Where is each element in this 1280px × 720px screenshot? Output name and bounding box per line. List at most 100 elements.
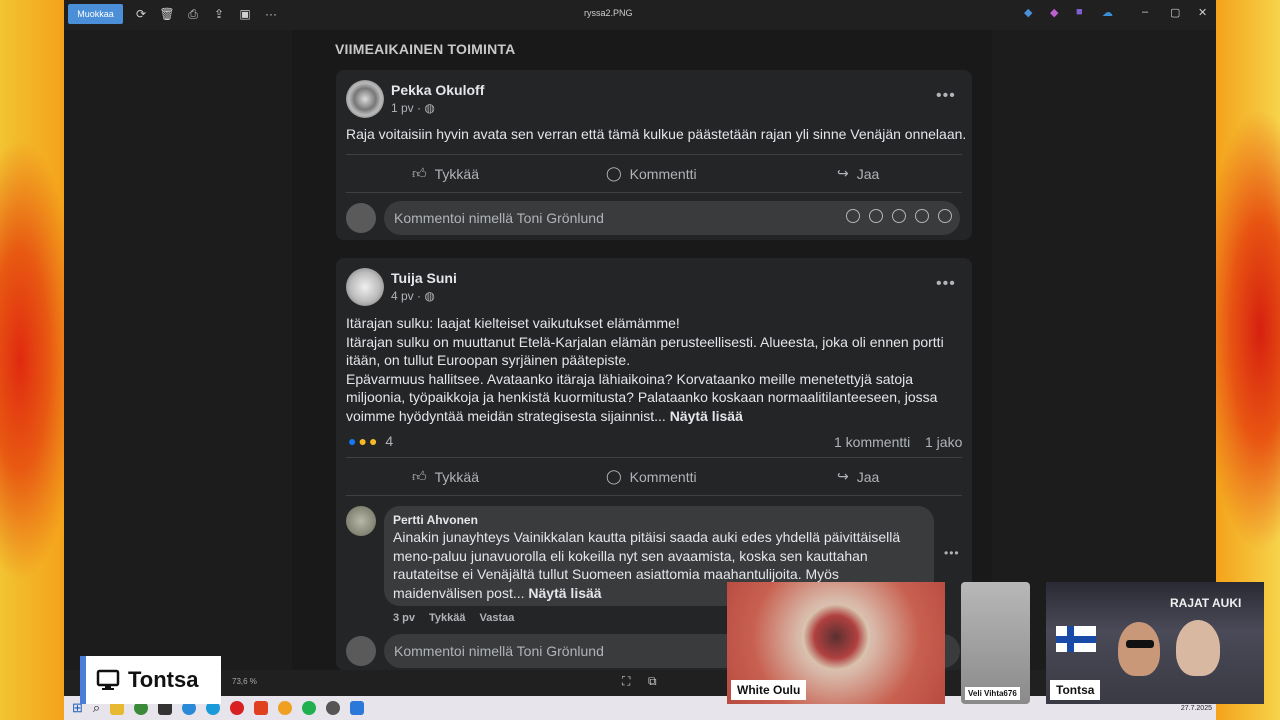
edit-button[interactable]: Muokkaa: [68, 4, 123, 24]
like-reaction-icon: ●: [348, 433, 357, 449]
sad-reaction-icon: ●: [368, 433, 378, 449]
post-author[interactable]: Tuija Suni: [391, 270, 457, 286]
post-line: itään, on tullut Euroopan syrjäinen päät…: [346, 352, 631, 368]
divider: [346, 154, 962, 155]
comment-line-text: maidenvälisen post...: [393, 584, 529, 601]
app-icon-2[interactable]: ◆: [1050, 6, 1058, 19]
cloud-icon[interactable]: ☁: [1102, 6, 1113, 19]
photos-icon[interactable]: [350, 701, 365, 715]
finland-flag: [1056, 626, 1096, 652]
sunglasses: [1126, 640, 1154, 648]
post-text: Raja voitaisiin hyvin avata sen verran e…: [346, 126, 967, 142]
thumbs-up-icon: 👍︎: [412, 468, 427, 484]
like-button[interactable]: 👍︎ Tykkää: [412, 468, 479, 485]
share-button[interactable]: ↪ Jaa: [837, 468, 879, 485]
monitor-icon: [96, 669, 120, 690]
post-author[interactable]: Pekka Okuloff: [391, 82, 484, 98]
fit-icon[interactable]: ⛶: [622, 674, 630, 689]
participant-name: Veli Vihta676: [965, 687, 1020, 700]
comments-count[interactable]: 1 kommentti: [834, 434, 910, 450]
app-icon[interactable]: [254, 701, 269, 715]
maximize-icon[interactable]: ▢: [1170, 6, 1180, 19]
camera-icon[interactable]: [892, 209, 906, 223]
avatar[interactable]: [346, 80, 384, 118]
actual-size-icon[interactable]: ⧉: [648, 674, 657, 689]
post-line-text: voimme hyödyntää meidän strategisesta si…: [346, 407, 670, 424]
commenter-avatar[interactable]: [346, 506, 376, 536]
post-menu-icon[interactable]: •••: [936, 87, 956, 105]
post-line: Itärajan sulku: laajat kielteiset vaikut…: [346, 315, 680, 331]
comment-button[interactable]: ◯ Kommentti: [606, 165, 697, 182]
share-icon[interactable]: ⇪: [210, 4, 228, 24]
comment-like-link[interactable]: Tykkää: [429, 612, 466, 624]
see-more-link[interactable]: Näytä lisää: [670, 408, 743, 424]
webcam-tile[interactable]: Veli Vihta676: [961, 582, 1030, 704]
share-label: Jaa: [856, 165, 880, 182]
comment-footer: 3 pv Tykkää Vastaa: [393, 612, 514, 624]
comment-icon: ◯: [606, 165, 622, 181]
reaction-count: 4: [385, 433, 394, 449]
comment-line: Ainakin junayhteys Vainikkalan kautta pi…: [393, 529, 901, 545]
post-line: voimme hyödyntää meidän strategisesta si…: [346, 407, 944, 426]
divider: [346, 495, 962, 496]
shares-count[interactable]: 1 jako: [925, 434, 962, 450]
post-card: Pekka Okuloff 1 pv · ◍ ••• Raja voitaisi…: [336, 70, 972, 240]
slideshow-icon[interactable]: ▣: [236, 4, 254, 24]
viewer-status-bar: 73,6 % ⛶ ⧉: [64, 670, 1216, 696]
comment-placeholder: Kommentoi nimellä Toni Grönlund: [394, 210, 604, 226]
share-button[interactable]: ↪ Jaa: [837, 165, 879, 182]
spotify-icon[interactable]: [302, 701, 317, 715]
post-line: Epävarmuus hallitsee. Avataanko itäraja …: [346, 370, 914, 387]
thumbs-up-icon: 👍︎: [412, 165, 427, 181]
share-arrow-icon: ↪: [837, 468, 849, 484]
participant-avatar: [802, 604, 870, 670]
firefox-icon[interactable]: [278, 701, 293, 715]
participant-name: White Oulu: [731, 680, 807, 700]
app-icon-3[interactable]: ■: [1076, 6, 1083, 18]
section-title: VIIMEAIKAINEN TOIMINTA: [335, 41, 516, 57]
comment-reply-link[interactable]: Vastaa: [480, 612, 515, 624]
badge-label: Tontsa: [128, 667, 199, 692]
share-label: Jaa: [856, 468, 880, 485]
app-icon-1[interactable]: ◆: [1024, 6, 1032, 19]
see-more-link[interactable]: Näytä lisää: [528, 585, 601, 601]
user-avatar: [346, 636, 376, 666]
commenter-name[interactable]: Pertti Ahvonen: [393, 513, 478, 527]
participant-name: Tontsa: [1050, 680, 1101, 700]
webcam-tile[interactable]: White Oulu: [727, 582, 945, 704]
print-icon[interactable]: ⎙: [184, 4, 202, 24]
settings-icon[interactable]: [326, 701, 341, 715]
comment-line: meno-paluu junavuorolla eli kokeilla nyt…: [393, 547, 868, 564]
reactions[interactable]: ● ● ● 4: [348, 433, 393, 449]
clock-date: 27.7.2025: [1180, 705, 1212, 712]
webcam-tile[interactable]: RAJAT AUKI Tontsa: [1046, 582, 1264, 704]
emoji-icon[interactable]: [869, 209, 883, 223]
comment-menu-icon[interactable]: •••: [944, 546, 960, 560]
window-title: ryssa2.PNG: [584, 8, 633, 18]
opera-icon[interactable]: [230, 701, 245, 715]
comment-input[interactable]: Kommentoi nimellä Toni Grönlund: [384, 201, 960, 235]
title-bar: Muokkaa ⟳ 🗑 ⎙ ⇪ ▣ ··· ryssa2.PNG ◆ ◆ ■ ☁…: [64, 0, 1216, 30]
person-2: [1176, 620, 1220, 676]
avatar-sticker-icon[interactable]: [846, 209, 860, 223]
post-menu-icon[interactable]: •••: [936, 275, 956, 293]
like-button[interactable]: 👍︎ Tykkää: [412, 165, 479, 182]
divider: [346, 457, 962, 458]
delete-icon[interactable]: 🗑: [158, 4, 176, 24]
post-time-text: 4 pv ·: [391, 289, 425, 303]
like-label: Tykkää: [434, 468, 479, 485]
gif-icon[interactable]: [915, 209, 929, 223]
close-icon[interactable]: ✕: [1198, 6, 1207, 19]
sticker-icon[interactable]: [938, 209, 952, 223]
more-options-icon[interactable]: ···: [262, 4, 280, 24]
post-line: Itärajan sulku on muuttanut Etelä-Karjal…: [346, 333, 944, 350]
rotate-icon[interactable]: ⟳: [132, 4, 150, 24]
avatar[interactable]: [346, 268, 384, 306]
post-line: miljoonia, työpaikkoja ja henkistä kuorm…: [346, 389, 938, 405]
share-arrow-icon: ↪: [837, 165, 849, 181]
streamer-badge: Tontsa: [80, 656, 221, 704]
minimize-icon[interactable]: –: [1142, 6, 1148, 18]
comment-placeholder: Kommentoi nimellä Toni Grönlund: [394, 643, 604, 659]
post-time-text: 1 pv ·: [391, 101, 425, 115]
comment-button[interactable]: ◯ Kommentti: [606, 468, 697, 485]
